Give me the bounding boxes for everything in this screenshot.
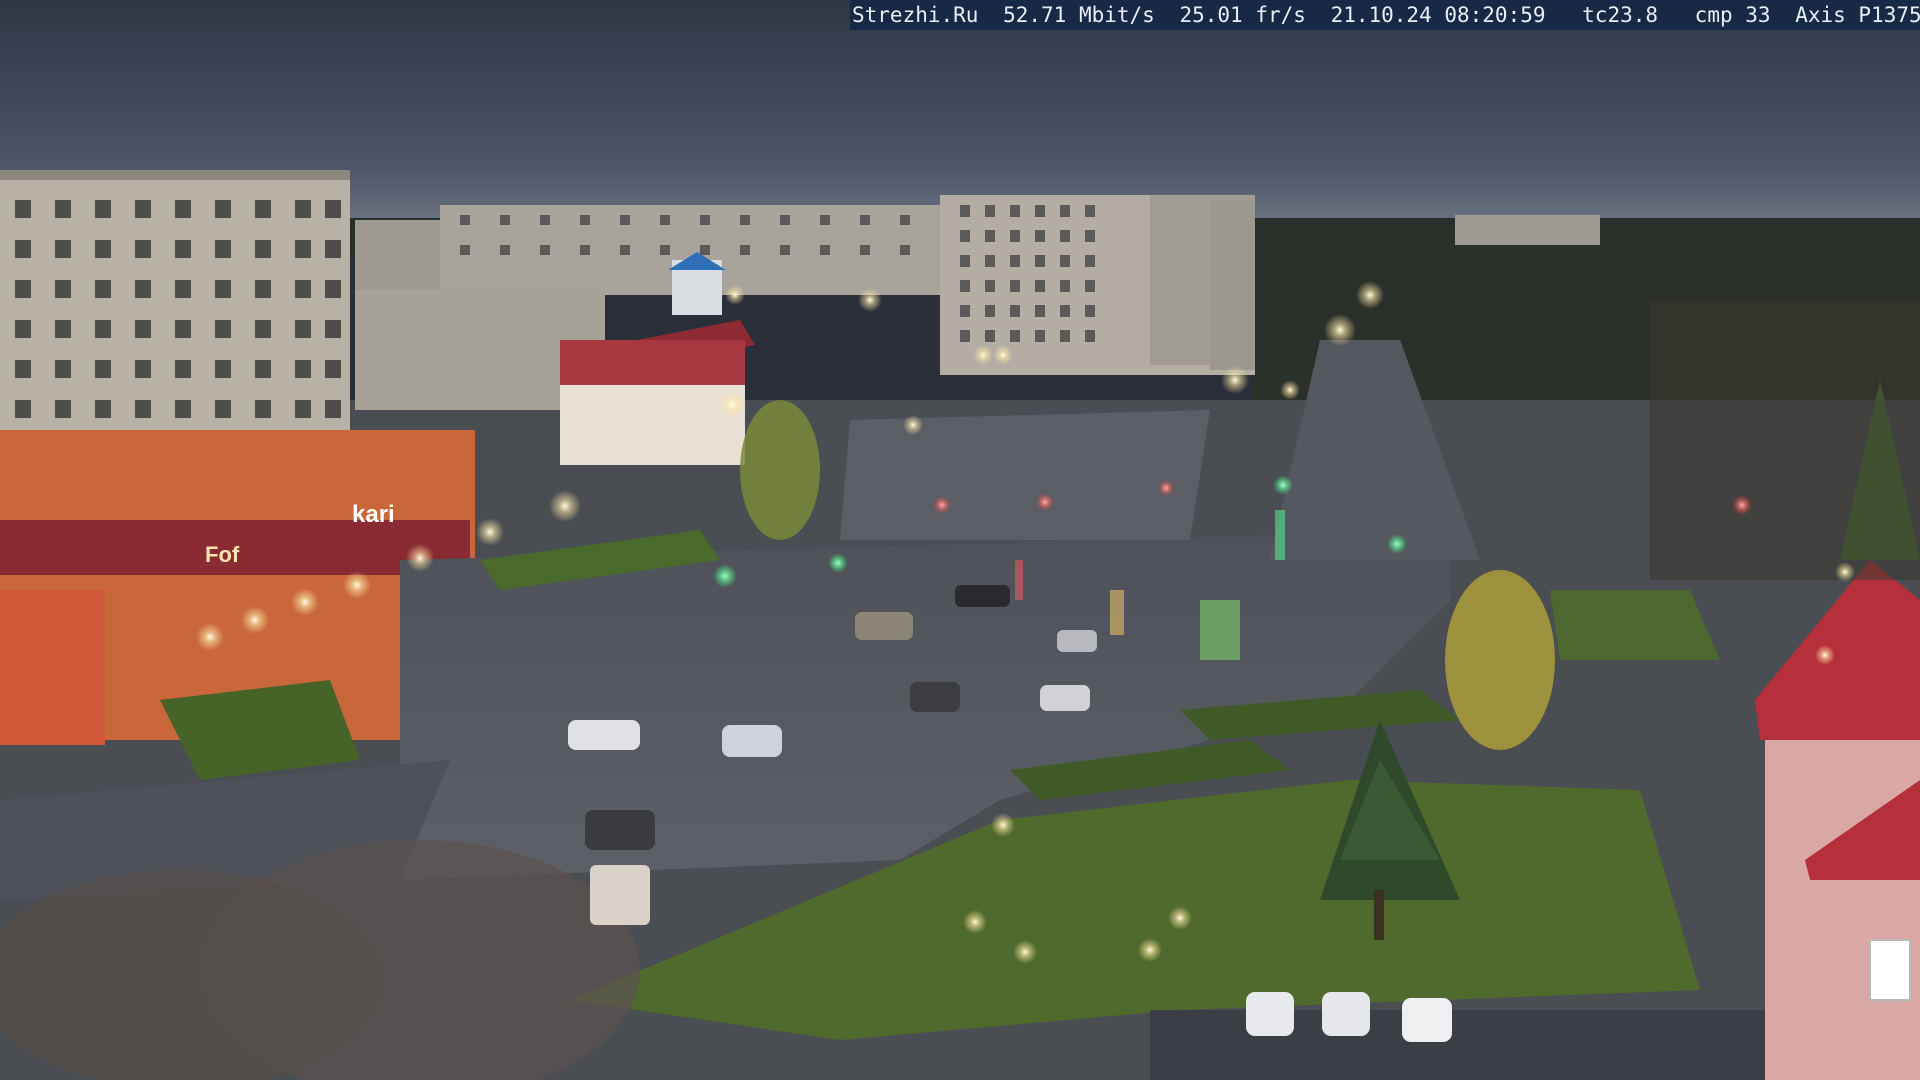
webcam-scene: kari Fof [0,0,1920,1080]
overlay-camera-model: Axis P1375 [1795,3,1920,27]
parked-cars [1246,992,1452,1042]
store-sign-kari: kari [352,501,395,528]
bottom-parking [1150,1010,1770,1080]
store-sign-fof: Fof [205,542,240,567]
overlay-compression: cmp 33 [1694,3,1771,27]
overlay-temperature: tc23.8 [1582,3,1659,27]
overlay-site: Strezhi.Ru [852,3,979,27]
camera-overlay-bar: Strezhi.Ru 52.71 Mbit/s 25.01 fr/s 21.10… [850,0,1920,30]
overlay-framerate: 25.01 fr/s [1179,3,1306,27]
overlay-timestamp: 21.10.24 08:20:59 [1330,3,1546,27]
overlay-bitrate: 52.71 Mbit/s [1003,3,1155,27]
